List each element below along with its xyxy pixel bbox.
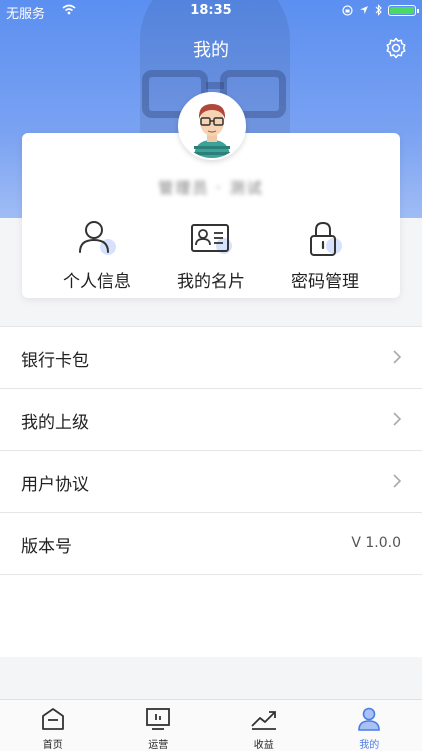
status-icons (342, 4, 416, 16)
personal-info-button[interactable]: 个人信息 (37, 219, 157, 292)
tab-mine[interactable]: 我的 (317, 700, 422, 751)
gear-icon[interactable] (384, 36, 408, 60)
chevron-right-icon (392, 349, 402, 365)
menu-item-label: 用户协议 (21, 470, 89, 495)
tab-operations[interactable]: 运营 (106, 700, 212, 751)
username: 管理员 · 测试 (22, 177, 400, 198)
menu-item-label: 银行卡包 (21, 346, 89, 371)
menu-item-label: 版本号 (21, 532, 72, 557)
profile-icon (356, 706, 382, 732)
password-management-button[interactable]: 密码管理 (265, 219, 385, 292)
tab-label: 我的 (317, 736, 422, 751)
my-card-button[interactable]: 我的名片 (151, 219, 271, 292)
battery-icon (388, 5, 416, 16)
trend-icon (250, 706, 278, 732)
orientation-lock-icon (342, 5, 353, 16)
tab-earnings[interactable]: 收益 (211, 700, 317, 751)
avatar-illustration (180, 94, 244, 158)
avatar[interactable] (178, 92, 246, 160)
menu-item-superior[interactable]: 我的上级 (0, 389, 422, 451)
card-icon (189, 219, 233, 259)
lock-icon (305, 219, 345, 259)
tab-label: 收益 (211, 736, 317, 751)
tab-home[interactable]: 首页 (0, 700, 106, 751)
chevron-right-icon (392, 411, 402, 427)
menu-item-user-agreement[interactable]: 用户协议 (0, 451, 422, 513)
home-icon (40, 706, 66, 732)
personal-info-label: 个人信息 (37, 267, 157, 292)
menu-list: 银行卡包 我的上级 用户协议 版本号 V 1.0.0 (0, 326, 422, 657)
page-title: 我的 (0, 36, 422, 62)
password-management-label: 密码管理 (265, 267, 385, 292)
chevron-right-icon (392, 473, 402, 489)
menu-item-version: 版本号 V 1.0.0 (0, 513, 422, 575)
location-icon (359, 5, 369, 15)
bluetooth-icon (375, 4, 382, 16)
tab-label: 首页 (0, 736, 106, 751)
my-card-label: 我的名片 (151, 267, 271, 292)
person-icon (76, 219, 118, 259)
menu-item-bank-card[interactable]: 银行卡包 (0, 327, 422, 389)
tab-bar: 首页 运营 收益 我的 (0, 699, 422, 751)
status-bar: 无服务 18:35 (0, 0, 422, 22)
tab-label: 运营 (106, 736, 212, 751)
version-value: V 1.0.0 (351, 535, 401, 551)
monitor-icon (145, 706, 171, 732)
menu-item-label: 我的上级 (21, 408, 89, 433)
